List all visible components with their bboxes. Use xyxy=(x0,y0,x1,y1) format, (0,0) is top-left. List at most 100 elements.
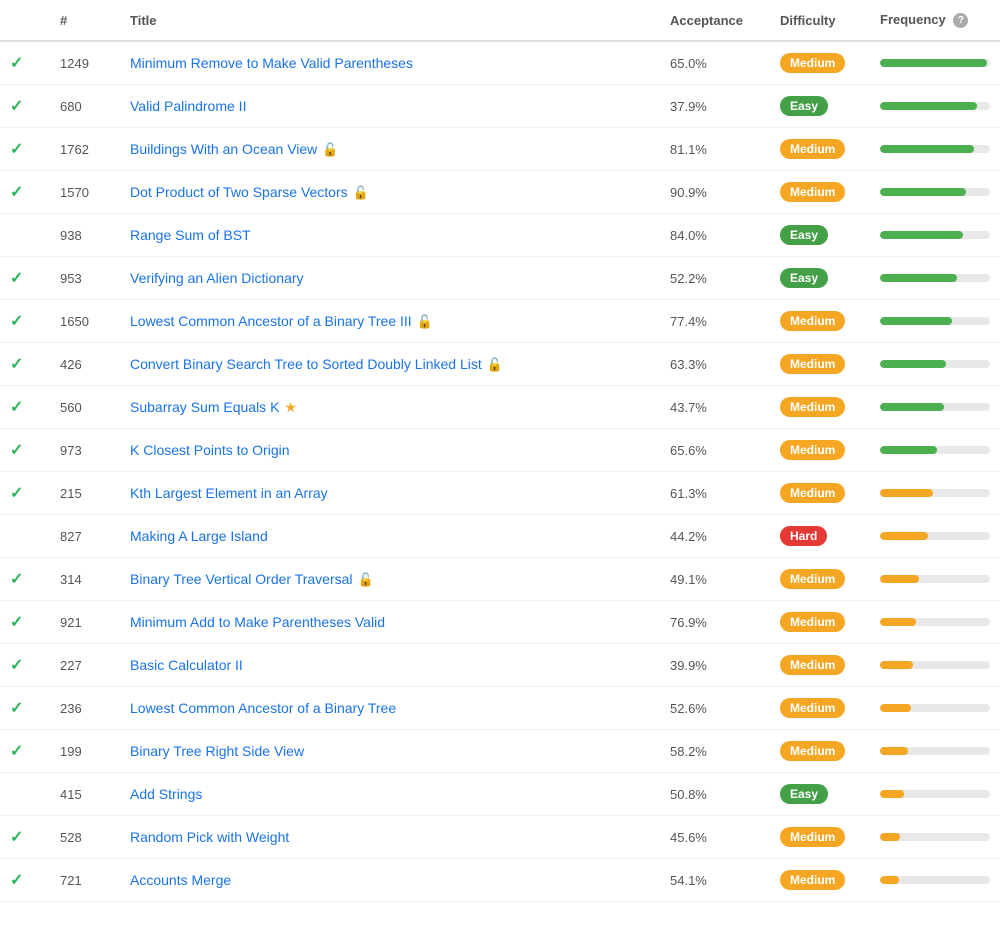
difficulty-badge: Medium xyxy=(780,311,845,331)
table-row: ✓215Kth Largest Element in an Array61.3%… xyxy=(0,472,1000,515)
problem-title-cell: Making A Large Island xyxy=(120,515,660,558)
problem-title-cell: K Closest Points to Origin xyxy=(120,429,660,472)
difficulty-badge-cell: Medium xyxy=(770,386,870,429)
table-row: ✓236Lowest Common Ancestor of a Binary T… xyxy=(0,687,1000,730)
frequency-bar-container xyxy=(880,231,990,239)
table-row: 415Add Strings50.8%Easy xyxy=(0,773,1000,816)
problem-title-link[interactable]: Random Pick with Weight xyxy=(130,829,289,845)
problem-title-link[interactable]: Basic Calculator II xyxy=(130,657,243,673)
table-row: ✓721Accounts Merge54.1%Medium xyxy=(0,859,1000,902)
solved-check: ✓ xyxy=(0,257,50,300)
lock-icon: 🔓 xyxy=(417,314,433,330)
problem-title-link[interactable]: Dot Product of Two Sparse Vectors xyxy=(130,184,348,200)
problem-title-link[interactable]: Convert Binary Search Tree to Sorted Dou… xyxy=(130,356,482,372)
problem-title-link[interactable]: Add Strings xyxy=(130,786,202,802)
problem-title-cell: Subarray Sum Equals K ★ xyxy=(120,386,660,429)
difficulty-badge: Hard xyxy=(780,526,827,546)
problem-title-link[interactable]: Making A Large Island xyxy=(130,528,268,544)
frequency-bar xyxy=(880,704,911,712)
difficulty-badge: Medium xyxy=(780,483,845,503)
frequency-help-icon[interactable]: ? xyxy=(953,13,968,28)
solved-check: ✓ xyxy=(0,730,50,773)
problem-number: 199 xyxy=(50,730,120,773)
header-acceptance: Acceptance xyxy=(660,0,770,41)
problem-title-link[interactable]: Binary Tree Vertical Order Traversal xyxy=(130,571,353,587)
problem-title-link[interactable]: Accounts Merge xyxy=(130,872,231,888)
frequency-bar-container xyxy=(880,145,990,153)
difficulty-badge: Medium xyxy=(780,354,845,374)
frequency-bar-cell xyxy=(870,730,1000,773)
frequency-bar xyxy=(880,833,900,841)
table-row: ✓973K Closest Points to Origin65.6%Mediu… xyxy=(0,429,1000,472)
difficulty-badge: Medium xyxy=(780,612,845,632)
checkmark-icon: ✓ xyxy=(10,141,23,158)
frequency-bar-cell xyxy=(870,515,1000,558)
problem-title-link[interactable]: Verifying an Alien Dictionary xyxy=(130,270,304,286)
difficulty-badge: Medium xyxy=(780,870,845,890)
checkmark-icon: ✓ xyxy=(10,98,23,115)
difficulty-badge: Medium xyxy=(780,397,845,417)
problem-number: 680 xyxy=(50,85,120,128)
frequency-bar xyxy=(880,403,944,411)
problem-title-link[interactable]: Buildings With an Ocean View xyxy=(130,141,317,157)
frequency-bar-cell xyxy=(870,257,1000,300)
frequency-bar-cell xyxy=(870,343,1000,386)
frequency-bar-container xyxy=(880,403,990,411)
acceptance-rate: 77.4% xyxy=(660,300,770,343)
checkmark-icon: ✓ xyxy=(10,657,23,674)
problem-title-cell: Verifying an Alien Dictionary xyxy=(120,257,660,300)
problem-title-link[interactable]: Range Sum of BST xyxy=(130,227,251,243)
problem-number: 560 xyxy=(50,386,120,429)
frequency-bar xyxy=(880,661,913,669)
acceptance-rate: 49.1% xyxy=(660,558,770,601)
problem-title-link[interactable]: Subarray Sum Equals K xyxy=(130,399,279,415)
difficulty-badge-cell: Easy xyxy=(770,257,870,300)
problem-number: 227 xyxy=(50,644,120,687)
difficulty-badge: Medium xyxy=(780,827,845,847)
difficulty-badge: Medium xyxy=(780,53,845,73)
problem-title-link[interactable]: Minimum Add to Make Parentheses Valid xyxy=(130,614,385,630)
solved-check: ✓ xyxy=(0,816,50,859)
header-frequency: Frequency ? xyxy=(870,0,1000,41)
problem-title-link[interactable]: Minimum Remove to Make Valid Parentheses xyxy=(130,55,413,71)
problem-title-link[interactable]: Lowest Common Ancestor of a Binary Tree … xyxy=(130,313,412,329)
table-row: ✓1762Buildings With an Ocean View🔓81.1%M… xyxy=(0,128,1000,171)
problem-title-link[interactable]: Lowest Common Ancestor of a Binary Tree xyxy=(130,700,396,716)
frequency-bar-cell xyxy=(870,558,1000,601)
frequency-bar-container xyxy=(880,102,990,110)
problem-number: 953 xyxy=(50,257,120,300)
difficulty-badge-cell: Easy xyxy=(770,85,870,128)
problem-title-link[interactable]: K Closest Points to Origin xyxy=(130,442,290,458)
frequency-bar-container xyxy=(880,532,990,540)
frequency-bar xyxy=(880,532,928,540)
difficulty-badge-cell: Easy xyxy=(770,773,870,816)
problem-title-link[interactable]: Valid Palindrome II xyxy=(130,98,246,114)
acceptance-rate: 52.6% xyxy=(660,687,770,730)
acceptance-rate: 54.1% xyxy=(660,859,770,902)
acceptance-rate: 39.9% xyxy=(660,644,770,687)
problem-number: 426 xyxy=(50,343,120,386)
solved-check: ✓ xyxy=(0,558,50,601)
table-row: ✓1249Minimum Remove to Make Valid Parent… xyxy=(0,41,1000,85)
frequency-bar-container xyxy=(880,59,990,67)
solved-check: ✓ xyxy=(0,859,50,902)
problem-title-cell: Kth Largest Element in an Array xyxy=(120,472,660,515)
problem-title-link[interactable]: Kth Largest Element in an Array xyxy=(130,485,328,501)
problem-table: # Title Acceptance Difficulty Frequency … xyxy=(0,0,1000,902)
problem-number: 1762 xyxy=(50,128,120,171)
difficulty-badge-cell: Medium xyxy=(770,171,870,214)
frequency-bar xyxy=(880,231,963,239)
acceptance-rate: 61.3% xyxy=(660,472,770,515)
frequency-bar-container xyxy=(880,489,990,497)
frequency-bar-cell xyxy=(870,41,1000,85)
difficulty-badge-cell: Medium xyxy=(770,816,870,859)
frequency-bar-cell xyxy=(870,85,1000,128)
checkmark-icon: ✓ xyxy=(10,872,23,889)
frequency-bar xyxy=(880,446,937,454)
frequency-bar-container xyxy=(880,360,990,368)
problem-title-cell: Buildings With an Ocean View🔓 xyxy=(120,128,660,171)
problem-title-link[interactable]: Binary Tree Right Side View xyxy=(130,743,304,759)
solved-check: ✓ xyxy=(0,343,50,386)
star-icon: ★ xyxy=(284,399,297,415)
solved-check: ✓ xyxy=(0,601,50,644)
